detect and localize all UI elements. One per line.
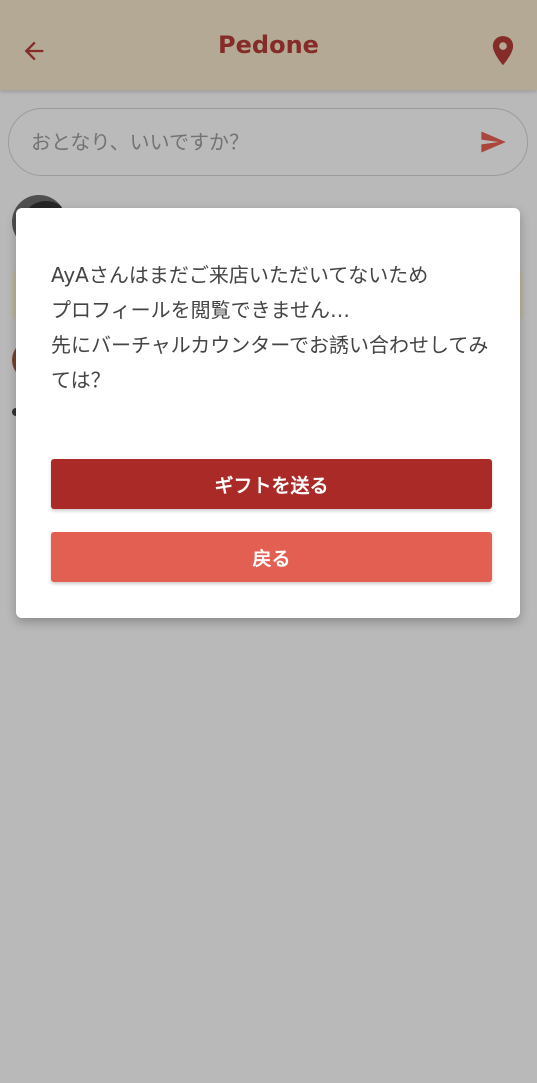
dialog-message: AyAさんはまだご来店いただいてないため プロフィールを閲覧できません… 先にバ…	[51, 263, 489, 392]
profile-locked-dialog: AyAさんはまだご来店いただいてないため プロフィールを閲覧できません… 先にバ…	[16, 208, 520, 618]
back-dialog-button[interactable]: 戻る	[51, 532, 492, 582]
send-gift-button[interactable]: ギフトを送る	[51, 459, 492, 509]
app-screen: Pedone AyAさんはまだご来店いただいてないため プロフィールを閲覧できま…	[0, 0, 537, 1083]
